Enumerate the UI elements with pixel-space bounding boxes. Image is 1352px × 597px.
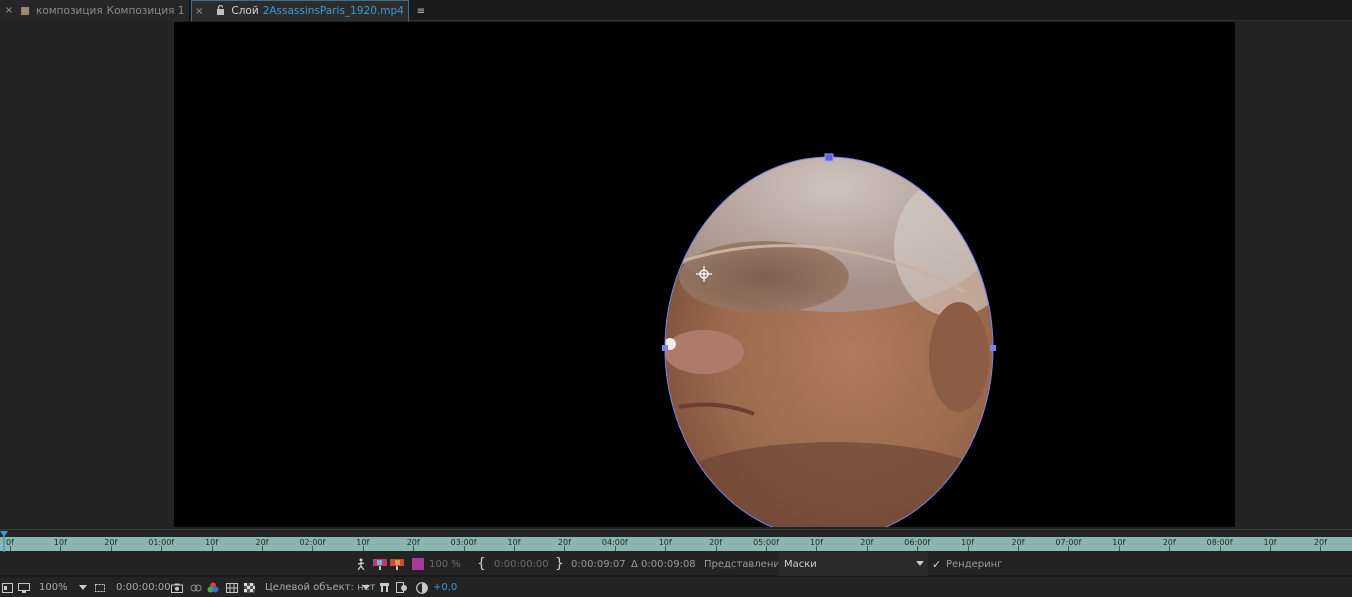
ruler-tick-mark [312, 546, 314, 551]
ruler-tick-mark [1219, 546, 1221, 551]
out-point-time[interactable]: 0:00:09:07 [571, 552, 626, 576]
ruler-tick-mark [1270, 546, 1271, 551]
panel-menu-icon[interactable]: ≡ [417, 6, 425, 17]
transparency-icon[interactable] [244, 577, 255, 597]
tab-composition-label: композиция [36, 4, 103, 17]
ruler-tick-mark [564, 546, 566, 551]
ruler-tick-mark [766, 546, 767, 551]
ruler-tick-mark [413, 546, 415, 551]
ruler-tick-mark [60, 546, 62, 551]
overlay-color-icon[interactable] [412, 552, 424, 576]
chevron-down-icon[interactable] [362, 577, 370, 597]
ruler-tick-mark [816, 546, 818, 551]
in-point-marker-icon[interactable] [373, 552, 387, 576]
render-label: Рендеринг [946, 558, 1003, 570]
show-channel-icon[interactable] [356, 552, 366, 576]
out-point-marker-icon[interactable] [390, 552, 404, 576]
ruler-tick-mark [10, 546, 11, 551]
mask-vertex-handle[interactable] [990, 345, 996, 351]
ruler-tick-mark [362, 546, 364, 551]
viewer-status-bar: 100% 0:00:00:00 Целевой объект: нет +0,0 [0, 576, 1352, 597]
composition-swatch-icon [21, 6, 29, 15]
brush-icon[interactable] [379, 577, 390, 597]
exposure-icon[interactable] [416, 577, 428, 597]
grid-icon[interactable] [226, 577, 238, 597]
out-point-bracket-icon[interactable]: } [555, 552, 564, 576]
panel-tab-bar: × композиция Композиция 1 × Слой 2Assass… [0, 0, 1352, 21]
ruler-tick-mark [1320, 546, 1322, 551]
monitor-icon[interactable] [18, 577, 30, 597]
zoom-level[interactable]: 100% [39, 577, 68, 597]
ruler-tick-mark [262, 546, 263, 551]
ruler-tick-mark [1018, 546, 1019, 551]
ruler-tick-mark [514, 546, 515, 551]
eraser-icon[interactable] [396, 577, 408, 597]
color-channel-icon[interactable] [207, 577, 219, 597]
layer-frame[interactable] [174, 22, 1235, 527]
ruler-tick-mark [211, 546, 213, 551]
tab-composition-name: Композиция 1 [106, 4, 185, 17]
mask-vertex-handle[interactable] [662, 345, 668, 351]
chevron-down-icon[interactable] [79, 577, 87, 597]
ruler-tick-mark [1118, 546, 1120, 551]
masked-footage [662, 153, 996, 527]
ruler-tick-mark [917, 546, 919, 551]
ruler-tick-mark [614, 546, 616, 551]
ruler-tick-mark [1169, 546, 1171, 551]
duration-time: Δ 0:00:09:08 [631, 558, 696, 570]
ruler-tick-mark [866, 546, 868, 551]
ruler-tick-mark [110, 546, 112, 551]
time-ruler[interactable]: 0f 10f 20f 01:00f 10f 20f 02:00f 10f 20f 03:00f 10… [0, 537, 1352, 551]
ruler-tick-mark [665, 546, 667, 551]
ruler-tick-mark [967, 546, 969, 551]
show-snapshot-icon[interactable] [190, 577, 202, 597]
current-timecode[interactable]: 0:00:00:00 [116, 577, 171, 597]
overlay-opacity[interactable]: 100 % [429, 552, 461, 576]
tab-composition[interactable]: × композиция Композиция 1 [0, 0, 190, 21]
tab-layer-label: Слой [231, 5, 259, 17]
mask-vertex-handle[interactable] [824, 153, 834, 162]
time-navigator[interactable] [0, 529, 1352, 537]
ruler-tick-mark [161, 546, 163, 551]
close-icon[interactable]: × [3, 5, 15, 16]
view-select-value: Маски [784, 558, 817, 570]
ruler-tick-mark [715, 546, 717, 551]
view-select[interactable]: Маски [778, 552, 928, 576]
ruler-tick-mark [463, 546, 465, 551]
tab-layer-name: 2AssassinsParis_1920.mp4 [262, 5, 404, 17]
tab-layer[interactable]: × Слой 2AssassinsParis_1920.mp4 ≡ [191, 0, 425, 21]
chevron-down-icon [916, 561, 924, 566]
layer-viewer-panel: × композиция Композиция 1 × Слой 2Assass… [0, 0, 1352, 597]
target-object[interactable]: Целевой объект: нет [265, 577, 376, 597]
close-icon[interactable]: × [195, 6, 203, 17]
snapshot-icon[interactable] [171, 577, 183, 597]
layer-controls-bar: 100 % { 0:00:00:00 } 0:00:09:07 Δ 0:00:0… [0, 552, 1352, 576]
render-checkbox[interactable]: ✓ [932, 552, 941, 576]
view-label: Представление: [704, 558, 790, 570]
lock-icon[interactable] [216, 4, 225, 18]
playhead-icon[interactable] [0, 531, 8, 553]
in-point-bracket-icon[interactable]: { [477, 552, 486, 576]
region-of-interest-icon[interactable] [94, 577, 106, 597]
ruler-tick-mark [1068, 546, 1070, 551]
always-preview-icon[interactable] [2, 577, 13, 597]
face-footage [665, 157, 993, 527]
in-point-time[interactable]: 0:00:00:00 [494, 552, 549, 576]
exposure-value[interactable]: +0,0 [433, 577, 457, 597]
